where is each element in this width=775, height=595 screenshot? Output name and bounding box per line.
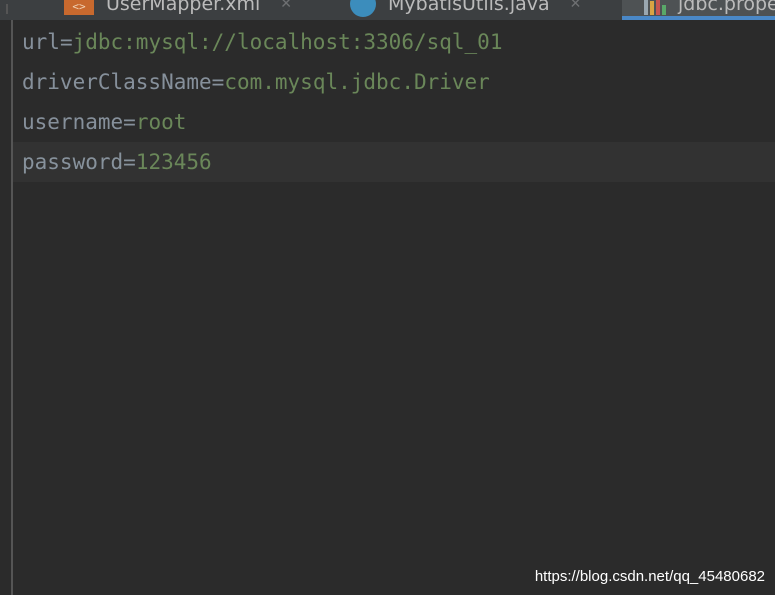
property-key: driverClassName (22, 70, 212, 94)
property-separator: = (59, 30, 73, 54)
property-separator: = (211, 70, 225, 94)
property-separator: = (123, 110, 136, 134)
tab-label: UserMapper.xml (106, 0, 261, 15)
code-editor[interactable]: url=jdbc:mysql://localhost:3306/sql_01 d… (13, 20, 775, 595)
property-value: root (135, 110, 187, 134)
code-line[interactable]: driverClassName=com.mysql.jdbc.Driver (13, 62, 775, 102)
property-key: url (22, 30, 60, 54)
property-key: password (22, 150, 124, 174)
close-icon[interactable]: ✕ (570, 0, 582, 12)
watermark: https://blog.csdn.net/qq_45480682 (534, 568, 765, 585)
tab-mybatisutils-java[interactable]: MybatisUtils.java ✕ (350, 0, 581, 20)
property-value: jdbc:mysql://localhost:3306/sql_01 (72, 30, 503, 54)
tab-label: jdbc.properties (678, 0, 775, 15)
editor-tab-bar: <> UserMapper.xml ✕ MybatisUtils.java ✕ … (0, 0, 775, 20)
java-class-icon (350, 0, 376, 17)
property-value: 123456 (135, 150, 212, 174)
close-icon[interactable]: ✕ (280, 0, 292, 12)
tab-usermapper-xml[interactable]: <> UserMapper.xml ✕ (64, 0, 292, 20)
code-line[interactable]: username=root (13, 102, 775, 142)
xml-file-icon: <> (64, 0, 94, 15)
tab-label: MybatisUtils.java (388, 0, 550, 15)
tab-separator (6, 4, 8, 14)
code-line[interactable]: url=jdbc:mysql://localhost:3306/sql_01 (13, 22, 775, 62)
code-line-current[interactable]: password=123456 (13, 142, 775, 182)
property-key: username (22, 110, 124, 134)
tab-jdbc-properties[interactable]: jdbc.properties (622, 0, 775, 20)
properties-file-icon (644, 0, 666, 15)
property-separator: = (123, 150, 136, 174)
property-value: com.mysql.jdbc.Driver (224, 70, 490, 94)
